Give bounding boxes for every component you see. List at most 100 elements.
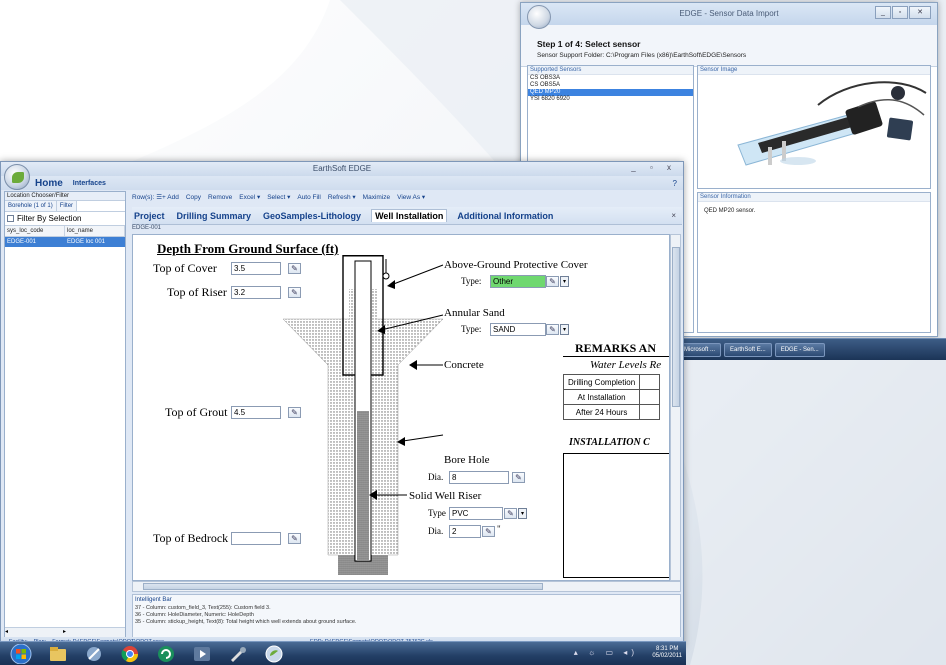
maximize-button[interactable]: Maximize — [363, 194, 390, 201]
tab-well-installation[interactable]: Well Installation — [371, 209, 448, 222]
vertical-scrollbar[interactable] — [670, 234, 681, 581]
media-icon[interactable] — [192, 645, 212, 663]
cover-type-select[interactable]: Other — [490, 275, 546, 288]
filter-by-selection[interactable]: Filter By Selection — [5, 212, 125, 226]
bore-dia-input[interactable]: 8 — [449, 471, 509, 484]
pencil-icon[interactable]: ✎ — [512, 472, 525, 483]
riser-dia-input[interactable]: 2 — [449, 525, 481, 538]
windows-taskbar: ▴ ☼ ▭ ◂) 8:31 PM 05/02/2011 — [0, 641, 686, 665]
location-chooser-pane: Location Chooser/Filter Borehole (1 of 1… — [4, 191, 126, 638]
riser-dia-unit: " — [497, 524, 501, 534]
location-grid-header: sys_loc_code loc_name — [5, 226, 125, 237]
pencil-icon[interactable]: ✎ — [504, 508, 517, 519]
remove-button[interactable]: Remove — [208, 194, 232, 201]
taskbar-item-earthsoft[interactable]: EarthSoft E... — [724, 342, 772, 357]
explorer-icon[interactable] — [48, 645, 68, 663]
edge-app-icon[interactable] — [264, 645, 284, 663]
concrete-label: Concrete — [444, 359, 484, 371]
close-button[interactable]: ✕ — [909, 6, 931, 19]
refresh-button[interactable]: Refresh ▾ — [328, 193, 356, 201]
dropdown-arrow-icon[interactable]: ▾ — [560, 324, 569, 335]
tab-geosamples-lithology[interactable]: GeoSamples-Lithology — [261, 211, 363, 221]
support-folder-path: Sensor Support Folder: C:\Program Files … — [537, 52, 747, 59]
water-level-input[interactable] — [639, 389, 661, 405]
filter-checkbox[interactable] — [7, 215, 14, 222]
refresh-app-icon[interactable] — [156, 645, 176, 663]
riser-callout-arrow — [369, 490, 407, 500]
help-icon[interactable]: ? — [673, 179, 677, 188]
column-header[interactable]: loc_name — [65, 226, 125, 236]
table-row: Drilling Completion — [562, 374, 661, 390]
water-levels-heading: Water Levels Re — [590, 359, 662, 371]
system-clock[interactable]: 8:31 PM 05/02/2011 — [652, 646, 682, 660]
sensor-image-panel: Sensor Image — [697, 65, 931, 189]
supported-sensors-header: Supported Sensors — [528, 66, 693, 75]
water-level-input[interactable] — [639, 374, 661, 390]
window-controls[interactable]: _ ▫ x — [631, 163, 677, 172]
application-orb-icon[interactable] — [4, 164, 30, 190]
ribbon-tab-home[interactable]: Home — [35, 178, 63, 189]
select-button[interactable]: Select ▾ — [267, 193, 290, 201]
copy-button[interactable]: Copy — [186, 194, 201, 201]
pencil-icon[interactable]: ✎ — [482, 526, 495, 537]
intelligent-bar-header: Intelligent Bar — [135, 597, 172, 603]
main-titlebar[interactable]: EarthSoft EDGE _ ▫ x — [1, 162, 683, 176]
sensor-item[interactable]: YSI 6820 6920 — [528, 96, 693, 103]
excel-button[interactable]: Excel ▾ — [239, 193, 260, 201]
sensor-item[interactable]: CS OBS5A — [528, 82, 693, 89]
main-window-title: EarthSoft EDGE — [312, 164, 372, 173]
sand-type-select[interactable]: SAND — [490, 323, 546, 336]
tools-icon[interactable] — [84, 645, 104, 663]
left-pane-scrollbar[interactable]: ◂ ▸ — [5, 627, 125, 637]
location-chooser-header: Location Chooser/Filter — [5, 192, 125, 201]
water-level-input[interactable] — [639, 404, 661, 420]
pencil-icon[interactable]: ✎ — [546, 324, 559, 335]
protective-cover-label: Above-Ground Protective Cover — [444, 259, 588, 271]
form-tabs: Project Drilling Summary GeoSamples-Lith… — [132, 207, 682, 225]
table-cell: EDGE-001 — [7, 239, 37, 245]
ribbon-tab-interfaces[interactable]: Interfaces — [73, 180, 106, 187]
pencil-icon[interactable]: ✎ — [546, 276, 559, 287]
tab-project[interactable]: Project — [132, 211, 167, 221]
tab-additional-information[interactable]: Additional Information — [455, 211, 555, 221]
tab-drilling-summary[interactable]: Drilling Summary — [175, 211, 254, 221]
top-of-riser-label: Top of Riser — [167, 285, 227, 299]
top-of-grout-label: Top of Grout — [165, 405, 228, 419]
bore-dia-label: Dia. — [428, 472, 444, 482]
tool-app-icon[interactable] — [228, 645, 248, 663]
tab-borehole[interactable]: Borehole (1 of 1) — [5, 201, 57, 211]
table-row[interactable]: EDGE-001 EDGE loc 001 — [5, 237, 125, 247]
callout-arrows — [377, 264, 444, 446]
scrollbar-thumb[interactable] — [143, 583, 543, 590]
sand-type-label: Type: — [461, 324, 482, 334]
tray-icons[interactable]: ▴ ☼ ▭ ◂) — [574, 648, 638, 657]
close-form-icon[interactable]: × — [671, 211, 676, 220]
tab-filter[interactable]: Filter — [56, 201, 78, 211]
horizontal-scrollbar[interactable] — [132, 581, 681, 592]
start-button-icon[interactable] — [10, 644, 32, 664]
maximize-button[interactable]: ▫ — [892, 6, 908, 19]
riser-dia-label: Dia. — [428, 526, 444, 536]
step-heading: Step 1 of 4: Select sensor — [537, 39, 641, 49]
remarks-heading: REMARKS AN — [575, 341, 657, 355]
sensor-item-selected[interactable]: QED MP20 — [528, 89, 693, 96]
annular-sand-label: Annular Sand — [444, 307, 505, 319]
taskbar-item-edge-sensor[interactable]: EDGE - Sen... — [774, 342, 825, 357]
installation-notes-box[interactable] — [563, 453, 669, 578]
scrollbar-thumb[interactable] — [672, 247, 680, 407]
dropdown-arrow-icon[interactable]: ▾ — [518, 508, 527, 519]
table-cell: EDGE loc 001 — [67, 239, 106, 245]
sensor-info-header: Sensor Information — [698, 193, 930, 202]
sensor-photo — [737, 81, 927, 166]
auto-fill-button[interactable]: Auto Fill — [297, 194, 320, 201]
dropdown-arrow-icon[interactable]: ▾ — [560, 276, 569, 287]
minimize-button[interactable]: _ — [875, 6, 891, 19]
chrome-icon[interactable] — [120, 645, 140, 663]
sensor-window-titlebar[interactable]: EDGE - Sensor Data Import _ ▫ ✕ — [521, 3, 937, 29]
sensor-item[interactable]: CS OBS3A — [528, 75, 693, 82]
view-as-button[interactable]: View As ▾ — [397, 193, 425, 201]
column-header[interactable]: sys_loc_code — [5, 226, 65, 236]
taskbar-item-microsoft[interactable]: Microsoft ... — [678, 342, 722, 357]
add-row-button[interactable]: Row(s): ☰+ Add — [132, 193, 179, 201]
riser-type-select[interactable]: PVC — [449, 507, 503, 520]
